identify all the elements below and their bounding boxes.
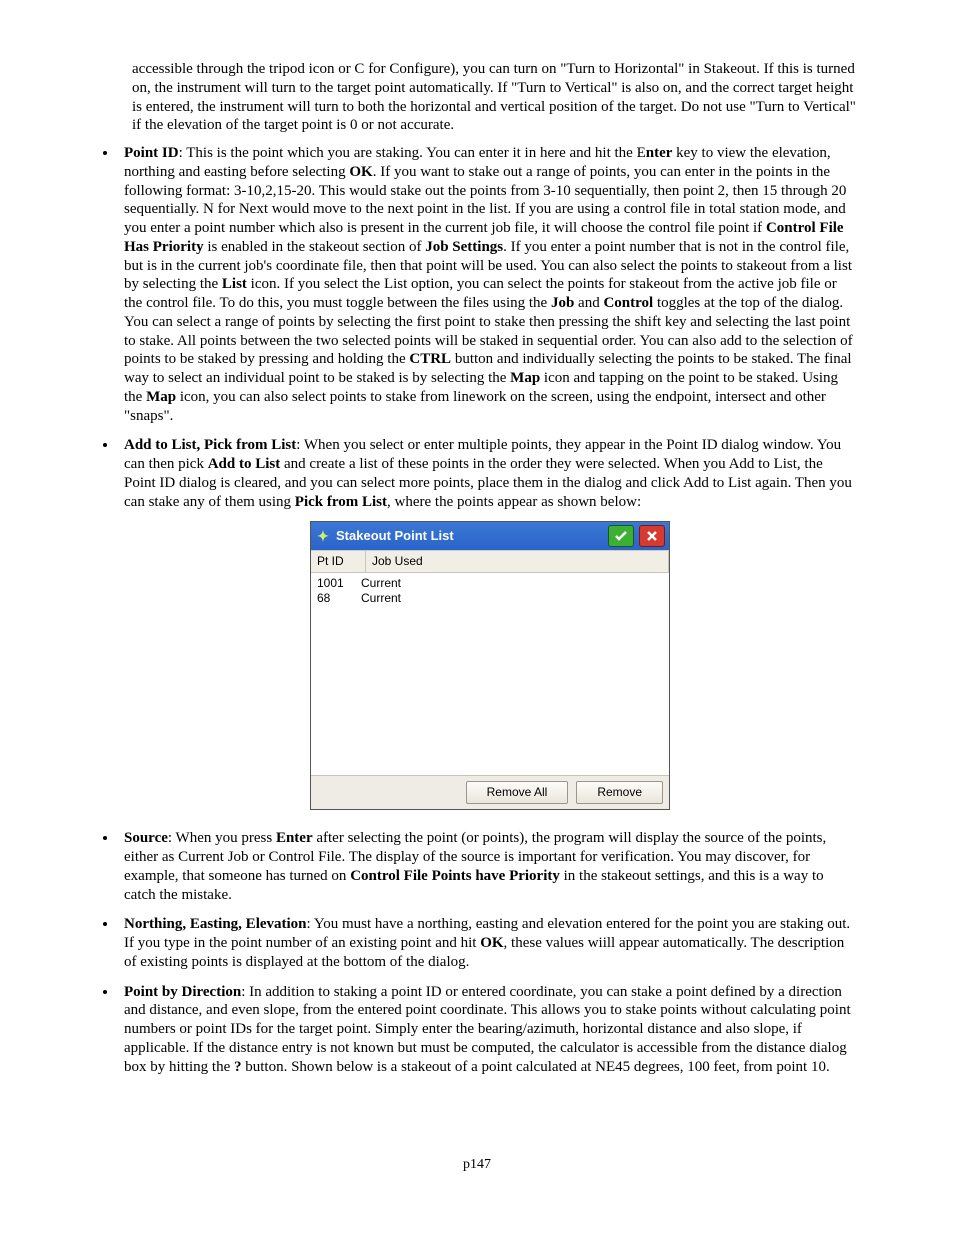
item-northing-easting-elevation: Northing, Easting, Elevation: You must h… [118,914,856,971]
stakeout-point-list-dialog: ✦ Stakeout Point List Pt ID Job Used [310,521,670,810]
item-add-to-list: Add to List, Pick from List: When you se… [118,435,856,810]
dialog-titlebar: ✦ Stakeout Point List [311,522,669,550]
dialog-title-text: Stakeout Point List [336,528,454,544]
item-point-by-direction: Point by Direction: In addition to staki… [118,982,856,1077]
remove-button[interactable]: Remove [576,781,663,804]
label-source: Source [124,830,168,846]
stakeout-icon: ✦ [315,528,331,544]
item-point-id: Point ID: This is the point which you ar… [118,143,856,425]
label-add-to-list: Add to List, Pick from List [124,437,296,453]
table-header: Pt ID Job Used [311,550,669,573]
dialog-footer: Remove All Remove [311,775,669,809]
table-body[interactable]: 1001 Current 68 Current [311,573,669,775]
col-ptid: Pt ID [311,551,366,573]
bullet-list: Point ID: This is the point which you ar… [98,143,856,1076]
ok-button[interactable] [608,525,634,547]
page-number: p147 [98,1156,856,1174]
label-point-by-direction: Point by Direction [124,984,241,1000]
col-jobused: Job Used [366,551,669,573]
label-northing-easting-elevation: Northing, Easting, Elevation [124,916,307,932]
remove-all-button[interactable]: Remove All [466,781,569,804]
table-row[interactable]: 68 Current [317,591,663,606]
label-point-id: Point ID [124,145,179,161]
table-row[interactable]: 1001 Current [317,576,663,591]
close-button[interactable] [639,525,665,547]
intro-paragraph: accessible through the tripod icon or C … [132,60,856,135]
item-source: Source: When you press Enter after selec… [118,828,856,904]
